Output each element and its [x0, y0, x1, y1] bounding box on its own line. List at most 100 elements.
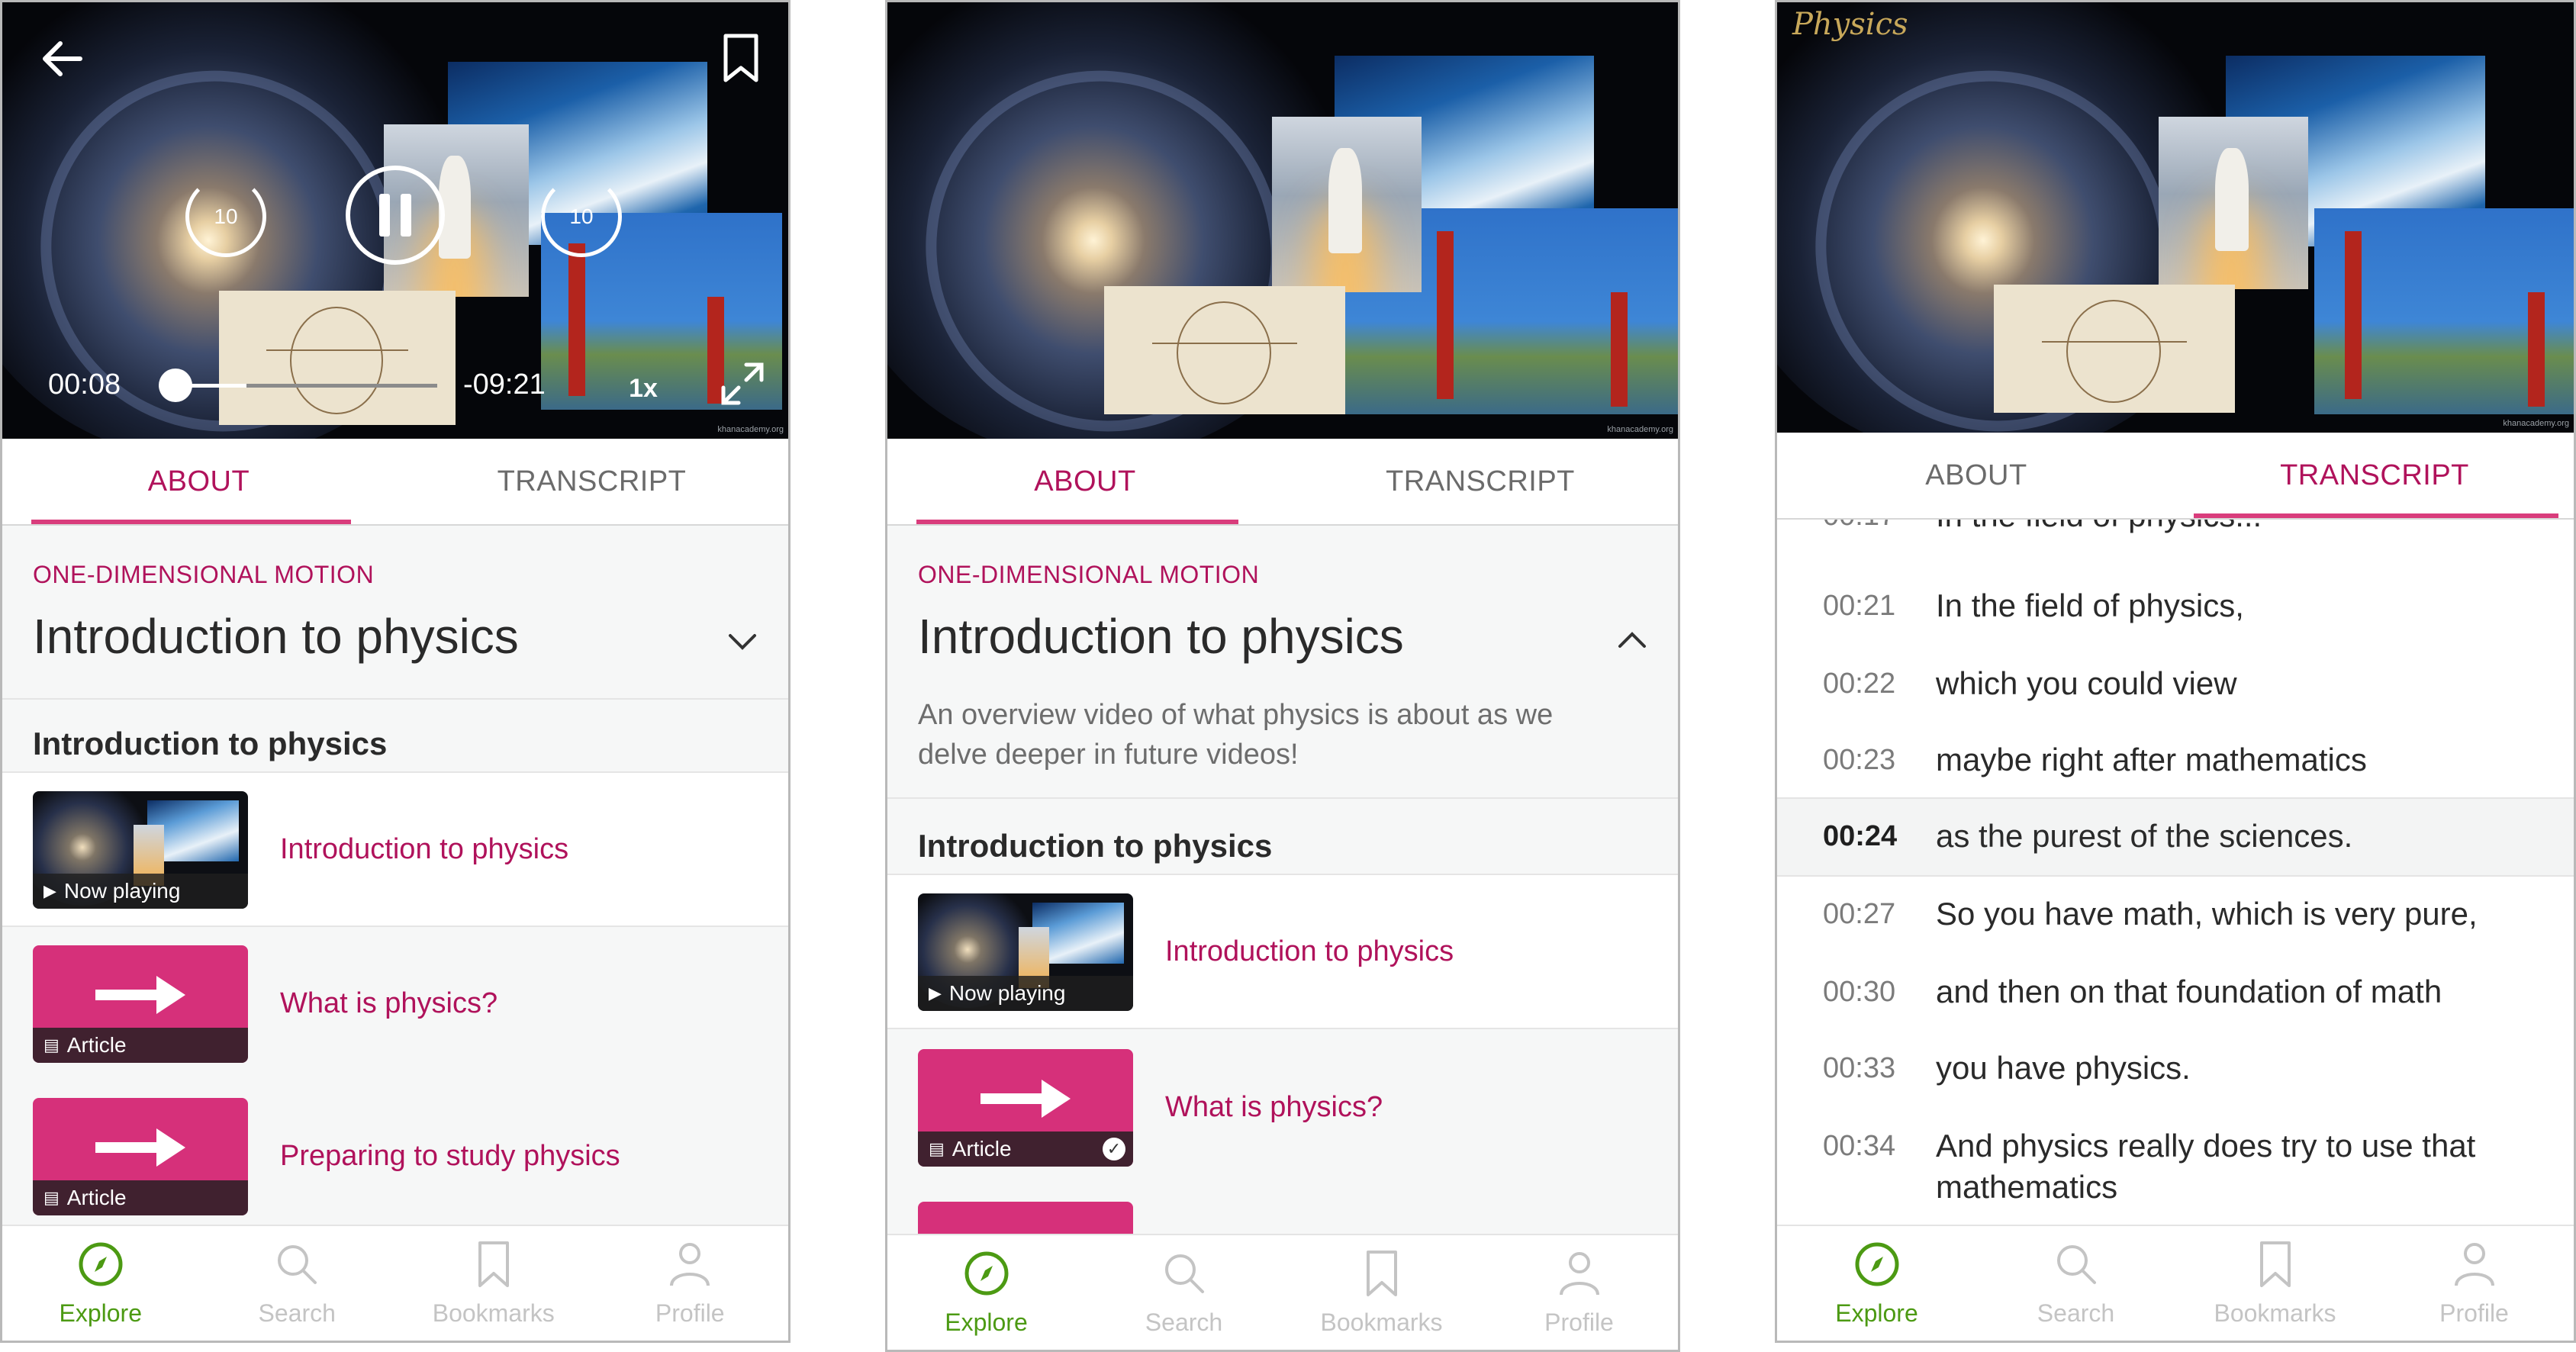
transcript-time: 00:22 — [1823, 668, 1896, 700]
scrubber-thumb[interactable] — [159, 369, 192, 402]
tab-about[interactable]: ABOUT — [2, 439, 395, 524]
tab-bar: ABOUT TRANSCRIPT — [887, 439, 1678, 526]
article-thumbnail: ▤ Article — [33, 1098, 248, 1215]
nav-profile[interactable]: Profile — [2375, 1226, 2574, 1341]
transcript-time: 00:24 — [1823, 820, 1898, 852]
tab-transcript[interactable]: TRANSCRIPT — [395, 439, 788, 524]
item-title-link[interactable]: Introduction to physics — [1165, 875, 1454, 1028]
caption-text: Now playing — [63, 879, 181, 903]
transcript-line[interactable]: 00:23 maybe right after mathematics — [1777, 721, 2574, 797]
thumbnail-caption: ▤ Article — [33, 1180, 248, 1215]
nav-search[interactable]: Search — [1085, 1235, 1283, 1350]
pause-button[interactable] — [346, 166, 445, 265]
unit-label: ONE-DIMENSIONAL MOTION — [918, 561, 1260, 588]
bridge-image — [2314, 208, 2574, 414]
nav-label: Bookmarks — [432, 1299, 555, 1327]
divider — [887, 1028, 1678, 1029]
article-thumbnail — [918, 1202, 1133, 1235]
video-player[interactable]: khanacademy.org — [887, 2, 1678, 439]
rocket-image — [1272, 117, 1422, 292]
bottom-nav: Explore Search Bookmarks Profile — [887, 1234, 1678, 1350]
screen-about-expanded: khanacademy.org ABOUT TRANSCRIPT ONE-DIM… — [885, 0, 1680, 1352]
nav-label: Profile — [2439, 1299, 2509, 1327]
nav-label: Explore — [59, 1299, 143, 1327]
nav-profile[interactable]: Profile — [1480, 1235, 1678, 1350]
item-title-link[interactable]: Preparing to study physics — [280, 1080, 620, 1226]
video-thumbnail: ▶ Now playing — [33, 791, 248, 909]
thumbnail-caption: ▶ Now playing — [918, 976, 1133, 1011]
transcript-text: So you have math, which is very pure, — [1936, 896, 2478, 932]
watermark: khanacademy.org — [2503, 419, 2569, 428]
arrow-right-icon — [95, 1128, 185, 1167]
compass-icon — [964, 1251, 1008, 1296]
rocket-image — [2159, 117, 2308, 289]
bookmark-icon — [723, 34, 758, 82]
transcript-line[interactable]: 00:34 And physics really does try to use… — [1777, 1107, 2574, 1206]
vitruvian-image — [1994, 285, 2235, 413]
item-title-link[interactable]: Introduction to physics — [280, 773, 568, 925]
list-item[interactable]: ▤ Article What is physics? — [2, 927, 788, 1080]
transcript-text: which you could view — [1936, 665, 2237, 701]
transcript-line[interactable]: 00:33 you have physics. — [1777, 1029, 2574, 1106]
tab-about[interactable]: ABOUT — [1777, 433, 2175, 518]
list-item[interactable] — [887, 1183, 1678, 1235]
nav-explore[interactable]: Explore — [2, 1226, 199, 1341]
back-button[interactable] — [37, 37, 86, 80]
list-item[interactable]: ▶ Now playing Introduction to physics — [2, 773, 788, 925]
tab-transcript[interactable]: TRANSCRIPT — [2175, 433, 2574, 518]
video-player[interactable]: Physics khanacademy.org — [1777, 2, 2574, 433]
item-title-link[interactable]: What is physics? — [1165, 1031, 1383, 1183]
nav-label: Profile — [655, 1299, 725, 1327]
transcript-line[interactable]: 00:30 and then on that foundation of mat… — [1777, 953, 2574, 1029]
nav-bookmarks[interactable]: Bookmarks — [395, 1226, 592, 1341]
video-player[interactable]: khanacademy.org 10 10 00:08 -09:21 1x — [2, 2, 788, 439]
tab-bar: ABOUT TRANSCRIPT — [2, 439, 788, 526]
expand-icon — [721, 362, 764, 405]
document-icon: ▤ — [43, 1035, 60, 1054]
transcript-line[interactable]: 00:22 which you could view — [1777, 645, 2574, 721]
nav-profile[interactable]: Profile — [592, 1226, 789, 1341]
transcript-line-current[interactable]: 00:24 as the purest of the sciences. — [1777, 797, 2574, 877]
nav-explore[interactable]: Explore — [887, 1235, 1085, 1350]
transcript-time: 00:33 — [1823, 1052, 1896, 1084]
item-title-link[interactable]: What is physics? — [280, 927, 497, 1080]
nav-explore[interactable]: Explore — [1777, 1226, 1976, 1341]
bookmark-icon — [2259, 1241, 2291, 1287]
nav-search[interactable]: Search — [1976, 1226, 2175, 1341]
tab-transcript[interactable]: TRANSCRIPT — [1283, 439, 1678, 524]
thumbnail-caption: ▤ Article — [33, 1028, 248, 1063]
transcript-line[interactable]: 00:17 In the field of physics... — [1777, 520, 2574, 541]
chevron-down-icon[interactable] — [727, 626, 758, 657]
transcript-text: as the purest of the sciences. — [1936, 818, 2353, 854]
nav-bookmarks[interactable]: Bookmarks — [2175, 1226, 2375, 1341]
fullscreen-button[interactable] — [720, 361, 765, 407]
article-thumbnail: ▤ Article — [33, 945, 248, 1063]
watermark: khanacademy.org — [1607, 425, 1673, 434]
tab-about[interactable]: ABOUT — [887, 439, 1283, 524]
playback-speed-button[interactable]: 1x — [620, 372, 666, 405]
list-item[interactable]: ▶ Now playing Introduction to physics — [887, 875, 1678, 1028]
rewind-10-button[interactable]: 10 — [185, 176, 266, 257]
transcript-text: maybe right after mathematics — [1936, 742, 2367, 777]
divider — [2, 698, 788, 700]
transcript-text: And physics really does try to use that … — [1936, 1128, 2476, 1205]
nav-bookmarks[interactable]: Bookmarks — [1283, 1235, 1480, 1350]
forward-10-button[interactable]: 10 — [541, 176, 622, 257]
transcript-text: you have physics. — [1936, 1050, 2191, 1086]
transcript-line[interactable]: 00:27 So you have math, which is very pu… — [1777, 875, 2574, 951]
profile-icon — [1559, 1252, 1599, 1296]
nav-label: Search — [258, 1299, 336, 1327]
list-item[interactable]: ▤ Article ✓ What is physics? — [887, 1031, 1678, 1183]
transcript-line[interactable]: 00:21 In the field of physics, — [1777, 567, 2574, 643]
document-icon: ▤ — [43, 1188, 60, 1207]
list-item[interactable]: ▤ Article Preparing to study physics — [2, 1080, 788, 1226]
lesson-title: Introduction to physics — [918, 609, 1404, 664]
compass-icon — [79, 1242, 123, 1286]
about-panel: ONE-DIMENSIONAL MOTION Introduction to p… — [2, 526, 788, 1226]
play-icon: ▶ — [929, 983, 942, 1003]
chevron-up-icon[interactable] — [1617, 625, 1647, 655]
bookmark-icon — [1366, 1251, 1397, 1296]
bookmark-button[interactable] — [720, 31, 762, 86]
nav-search[interactable]: Search — [199, 1226, 396, 1341]
progress-scrubber[interactable] — [159, 369, 437, 402]
